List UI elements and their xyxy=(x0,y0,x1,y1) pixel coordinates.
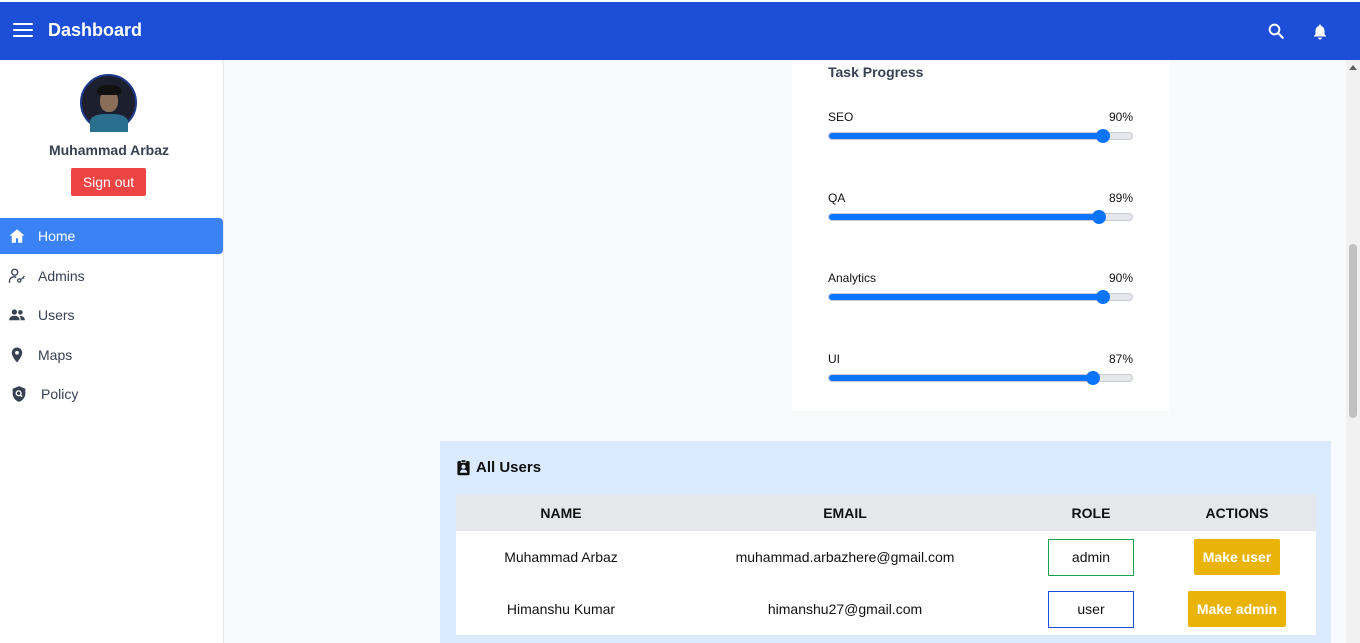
profile-name: Muhammad Arbaz xyxy=(48,142,170,158)
sidebar-item-label: Admins xyxy=(38,267,85,284)
task-progress-card: Task Progress SEO 90% QA 89% Analytics 9… xyxy=(792,60,1169,411)
task-name: QA xyxy=(828,191,846,205)
scroll-up-arrow-icon[interactable] xyxy=(1349,65,1357,70)
search-icon[interactable] xyxy=(1267,22,1285,40)
user-email-cell: himanshu27@gmail.com xyxy=(767,601,923,617)
shield-icon xyxy=(12,386,26,402)
progress-slider-knob[interactable] xyxy=(1095,290,1110,304)
sidebar-item-label: Policy xyxy=(41,386,79,402)
user-name-cell: Himanshu Kumar xyxy=(506,601,616,617)
home-icon xyxy=(9,229,25,243)
user-role-cell: admin xyxy=(1024,531,1158,583)
task-percent: 89% xyxy=(1108,191,1133,205)
scrollbar-thumb[interactable] xyxy=(1349,244,1357,418)
make-admin-button[interactable]: Make admin xyxy=(1187,591,1287,627)
sidebar-nav: Home Admins Users Maps Policy xyxy=(0,218,223,416)
task-name: SEO xyxy=(828,110,854,124)
sign-out-button[interactable]: Sign out xyxy=(71,168,146,196)
task-row-seo: SEO 90% xyxy=(828,110,1133,150)
progress-slider-knob[interactable] xyxy=(1095,129,1110,143)
sidebar-item-admins[interactable]: Admins xyxy=(0,258,223,294)
make-user-button[interactable]: Make user xyxy=(1193,539,1281,575)
column-header-name[interactable]: NAME xyxy=(456,495,666,531)
page-title: Dashboard xyxy=(48,20,143,40)
users-table: NAME EMAIL ROLE ACTIONS Muhammad Arbaz m… xyxy=(456,495,1316,635)
sidebar-item-label: Users xyxy=(38,307,75,323)
progress-slider-knob[interactable] xyxy=(1092,210,1107,224)
sidebar-item-home[interactable]: Home xyxy=(0,218,223,254)
table-row: Himanshu Kumar himanshu27@gmail.com user… xyxy=(456,583,1316,635)
sidebar-item-policy[interactable]: Policy xyxy=(0,376,223,412)
column-header-actions[interactable]: ACTIONS xyxy=(1158,495,1316,531)
task-progress-title: Task Progress xyxy=(828,64,924,80)
progress-slider-knob[interactable] xyxy=(1086,371,1101,385)
user-role-cell: user xyxy=(1024,583,1158,635)
progress-slider-track[interactable] xyxy=(828,132,1133,140)
sidebar-item-users[interactable]: Users xyxy=(0,297,223,333)
all-users-title: All Users xyxy=(476,459,542,476)
user-name-cell: Muhammad Arbaz xyxy=(504,549,618,565)
column-header-role[interactable]: ROLE xyxy=(1024,495,1158,531)
task-name: Analytics xyxy=(828,271,877,285)
user-actions-cell: Make admin xyxy=(1158,583,1316,635)
page-scrollbar[interactable] xyxy=(1346,60,1360,643)
table-row: Muhammad Arbaz muhammad.arbazhere@gmail.… xyxy=(456,531,1316,583)
user-actions-cell: Make user xyxy=(1158,531,1316,583)
sidebar-item-label: Home xyxy=(38,228,76,244)
all-users-card: All Users NAME EMAIL ROLE ACTIONS Muhamm… xyxy=(440,441,1331,643)
map-pin-icon xyxy=(11,347,23,362)
task-row-ui: UI 87% xyxy=(828,352,1133,392)
progress-fill xyxy=(829,375,1093,381)
task-name: UI xyxy=(828,352,840,366)
task-percent: 90% xyxy=(1108,110,1133,124)
task-row-analytics: Analytics 90% xyxy=(828,271,1133,311)
task-percent: 87% xyxy=(1108,352,1133,366)
all-users-heading: All Users xyxy=(457,459,541,476)
table-header: NAME EMAIL ROLE ACTIONS xyxy=(456,495,1316,531)
progress-slider-track[interactable] xyxy=(828,293,1133,301)
users-icon xyxy=(9,309,25,321)
avatar[interactable] xyxy=(80,74,137,132)
column-header-email[interactable]: EMAIL xyxy=(666,495,1024,531)
user-email-cell: muhammad.arbazhere@gmail.com xyxy=(735,549,955,565)
bell-icon[interactable] xyxy=(1311,22,1329,42)
sidebar-item-label: Maps xyxy=(38,346,73,363)
sidebar: Muhammad Arbaz Sign out Home Admins User… xyxy=(0,60,224,643)
role-badge: user xyxy=(1048,590,1134,628)
role-badge: admin xyxy=(1048,538,1134,576)
task-row-qa: QA 89% xyxy=(828,191,1133,231)
top-app-bar: Dashboard xyxy=(0,2,1360,60)
progress-fill xyxy=(829,214,1099,220)
clipboard-user-icon xyxy=(457,459,470,476)
progress-slider-track[interactable] xyxy=(828,213,1133,221)
sidebar-item-maps[interactable]: Maps xyxy=(0,337,223,373)
task-percent: 90% xyxy=(1108,271,1133,285)
menu-icon[interactable] xyxy=(13,23,33,39)
progress-fill xyxy=(829,133,1102,139)
admin-key-icon xyxy=(8,268,25,283)
progress-fill xyxy=(829,294,1102,300)
